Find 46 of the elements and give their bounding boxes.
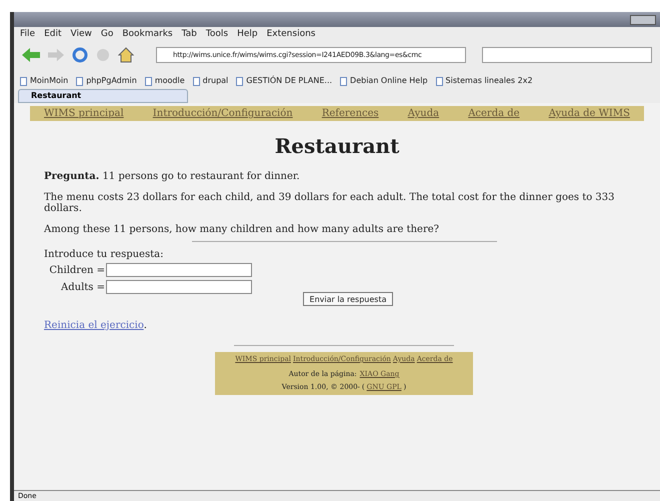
answer-field[interactable] [106,263,252,277]
period-text: . [144,320,147,331]
nav-link[interactable]: WIMS principal [44,106,124,121]
bookmark-item[interactable]: Debian Online Help [340,75,428,87]
page-icon [236,76,244,86]
nav-link[interactable]: Ayuda [408,106,440,121]
reload-icon[interactable] [72,47,88,63]
question-text: Among these 11 persons, how many children and how many adults are there? [44,224,440,235]
answer-prompt: Introduce tu respuesta: [44,249,164,260]
search-field[interactable] [482,47,652,63]
bookmark-item[interactable]: MoinMoin [20,75,68,87]
nav-link[interactable]: Acerda de [468,106,520,121]
restart-link[interactable]: Reinicia el ejercicio [44,320,144,331]
menu-item[interactable]: Bookmarks [122,28,173,42]
menu-item[interactable]: Help [237,28,258,42]
field-label: Children = [48,264,106,276]
page-title: Restaurant [274,133,400,160]
browser-tab[interactable]: Restaurant [18,89,188,103]
menu-item[interactable]: View [70,28,92,42]
page-icon [436,76,443,86]
menu-item[interactable]: Tools [206,28,228,42]
nav-link[interactable]: Introducción/Configuración [152,106,293,121]
submit-button[interactable]: Enviar la respuesta [302,292,394,306]
answer-field[interactable] [106,280,252,294]
bookmark-item[interactable]: drupal [192,75,228,87]
menu-item[interactable]: Tab [182,28,197,42]
menu-item[interactable]: Edit [44,28,62,42]
page-icon [20,76,27,86]
page-icon [340,76,348,86]
menu-item[interactable]: File [20,28,36,42]
back-arrow-icon[interactable] [22,48,40,62]
page-icon [192,76,200,86]
bookmark-item[interactable]: phpPgAdmin [76,75,137,87]
problem-statement: The menu costs 23 dollars for each child, and 39 dollars for each adult. The total cost for the dinner goes to 333 dollars. [44,192,616,214]
bookmark-item[interactable]: Sistemas lineales 2x2 [436,75,533,87]
question-text: Pregunta. 11 persons go to restaurant for dinner. [44,171,301,182]
nav-link[interactable]: References [322,106,379,121]
bookmark-item[interactable]: moodle [144,75,185,87]
menu-item[interactable]: Extensions [266,28,316,42]
bookmark-item[interactable]: GESTIÓN DE PLANE... [236,75,332,87]
field-label: Adults = [60,282,106,292]
home-icon[interactable] [118,47,134,63]
page-icon [76,76,84,86]
nav-link[interactable]: Ayuda de WIMS [548,106,630,121]
menu-item[interactable]: Go [100,28,114,42]
page-icon [144,76,152,86]
